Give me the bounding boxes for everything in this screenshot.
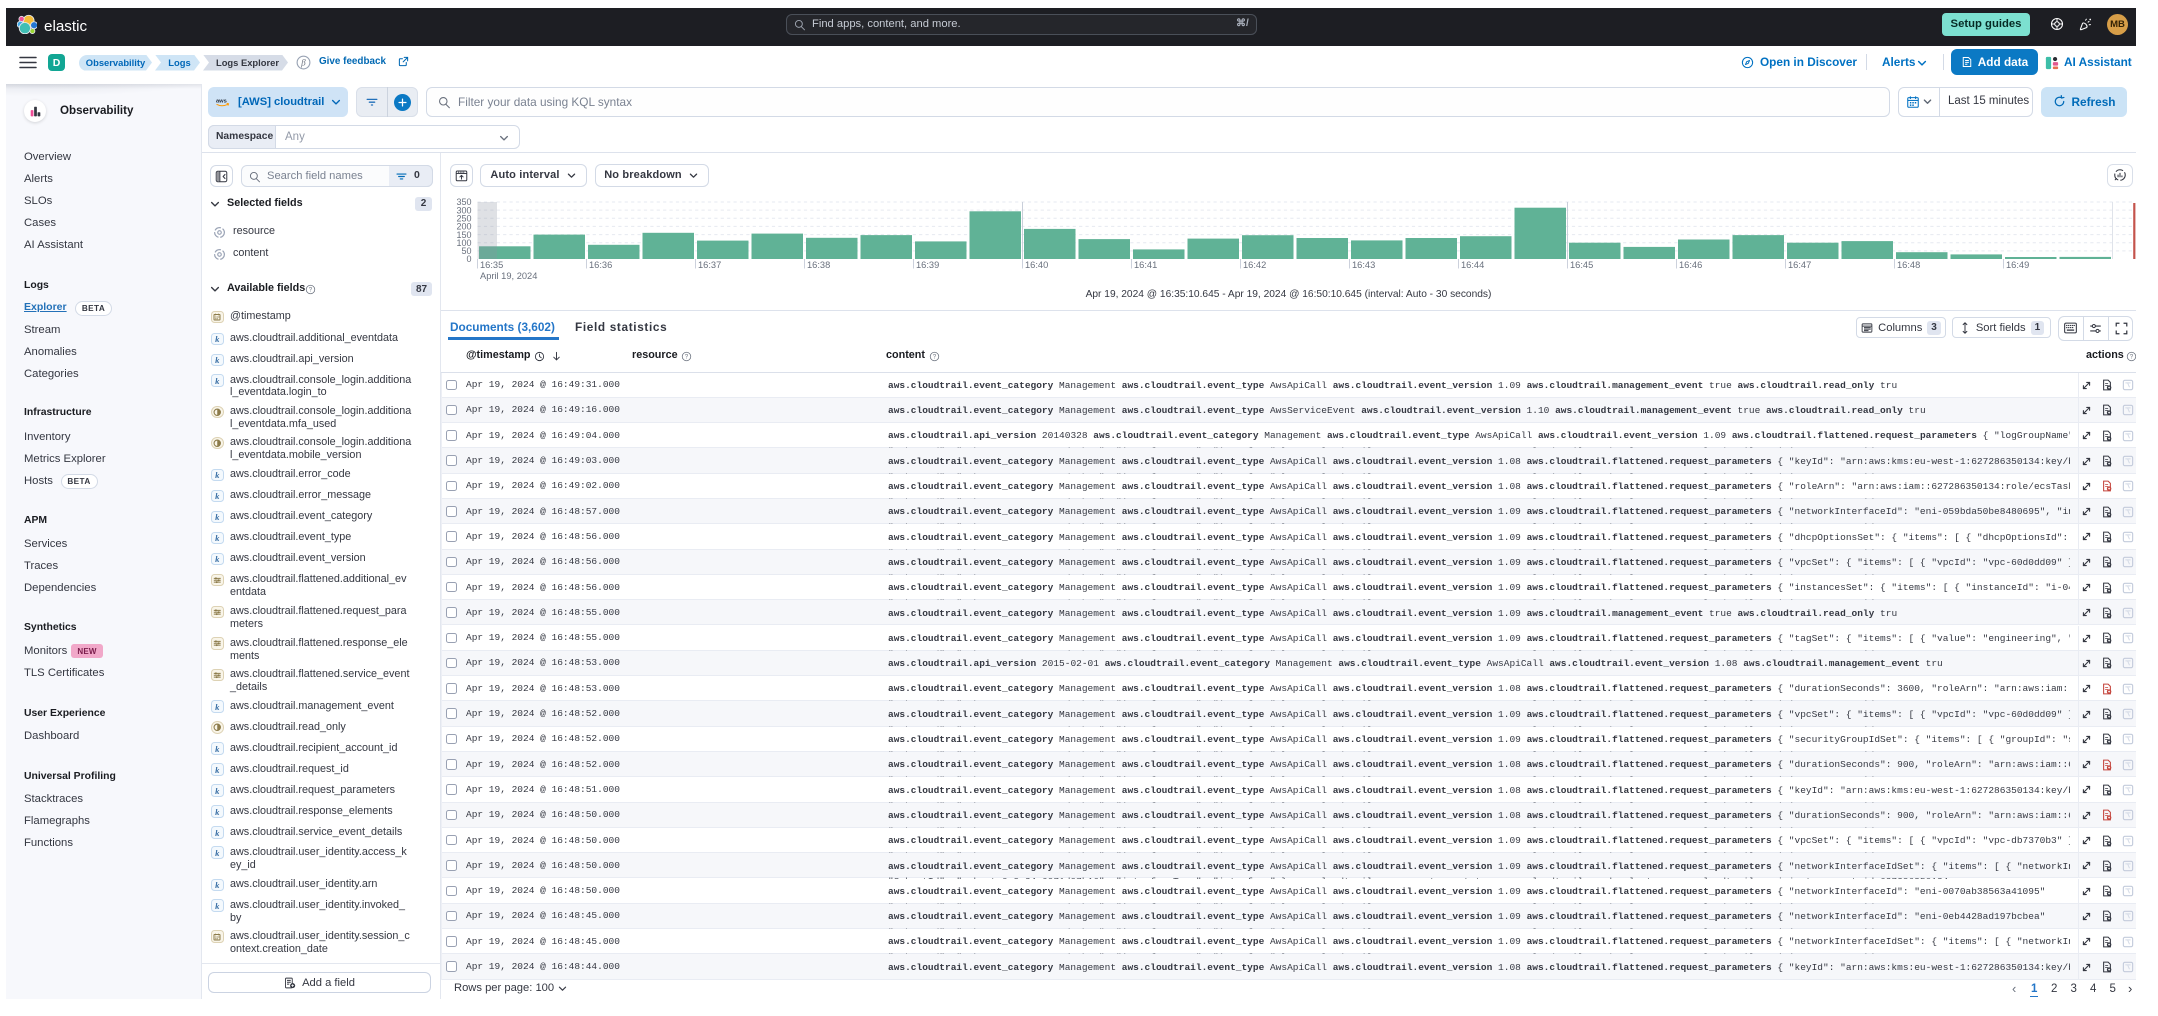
svg-text:April 19, 2024: April 19, 2024 [480, 271, 537, 281]
svg-text:16:44: 16:44 [1461, 260, 1484, 270]
svg-text:16:36: 16:36 [589, 260, 612, 270]
svg-text:?: ? [2130, 353, 2134, 360]
svg-text:16:40: 16:40 [1025, 260, 1048, 270]
svg-text:16:47: 16:47 [1788, 260, 1811, 270]
svg-text:β: β [300, 57, 306, 67]
svg-text:16:39: 16:39 [916, 260, 939, 270]
svg-text:16:35: 16:35 [480, 260, 503, 270]
svg-text:16:46: 16:46 [1679, 260, 1702, 270]
svg-text:?: ? [933, 353, 937, 360]
svg-text:16:48: 16:48 [1897, 260, 1920, 270]
svg-text:aws: aws [216, 99, 227, 105]
svg-text:16:37: 16:37 [698, 260, 721, 270]
svg-text:16:41: 16:41 [1134, 260, 1157, 270]
svg-text:16:45: 16:45 [1570, 260, 1593, 270]
svg-text:16:43: 16:43 [1352, 260, 1375, 270]
svg-text:16:38: 16:38 [807, 260, 830, 270]
svg-text:16:42: 16:42 [1243, 260, 1266, 270]
svg-text:?: ? [309, 286, 313, 293]
svg-text:?: ? [685, 353, 689, 360]
svg-text:16:49: 16:49 [2006, 260, 2029, 270]
svg-text:350: 350 [456, 197, 471, 207]
